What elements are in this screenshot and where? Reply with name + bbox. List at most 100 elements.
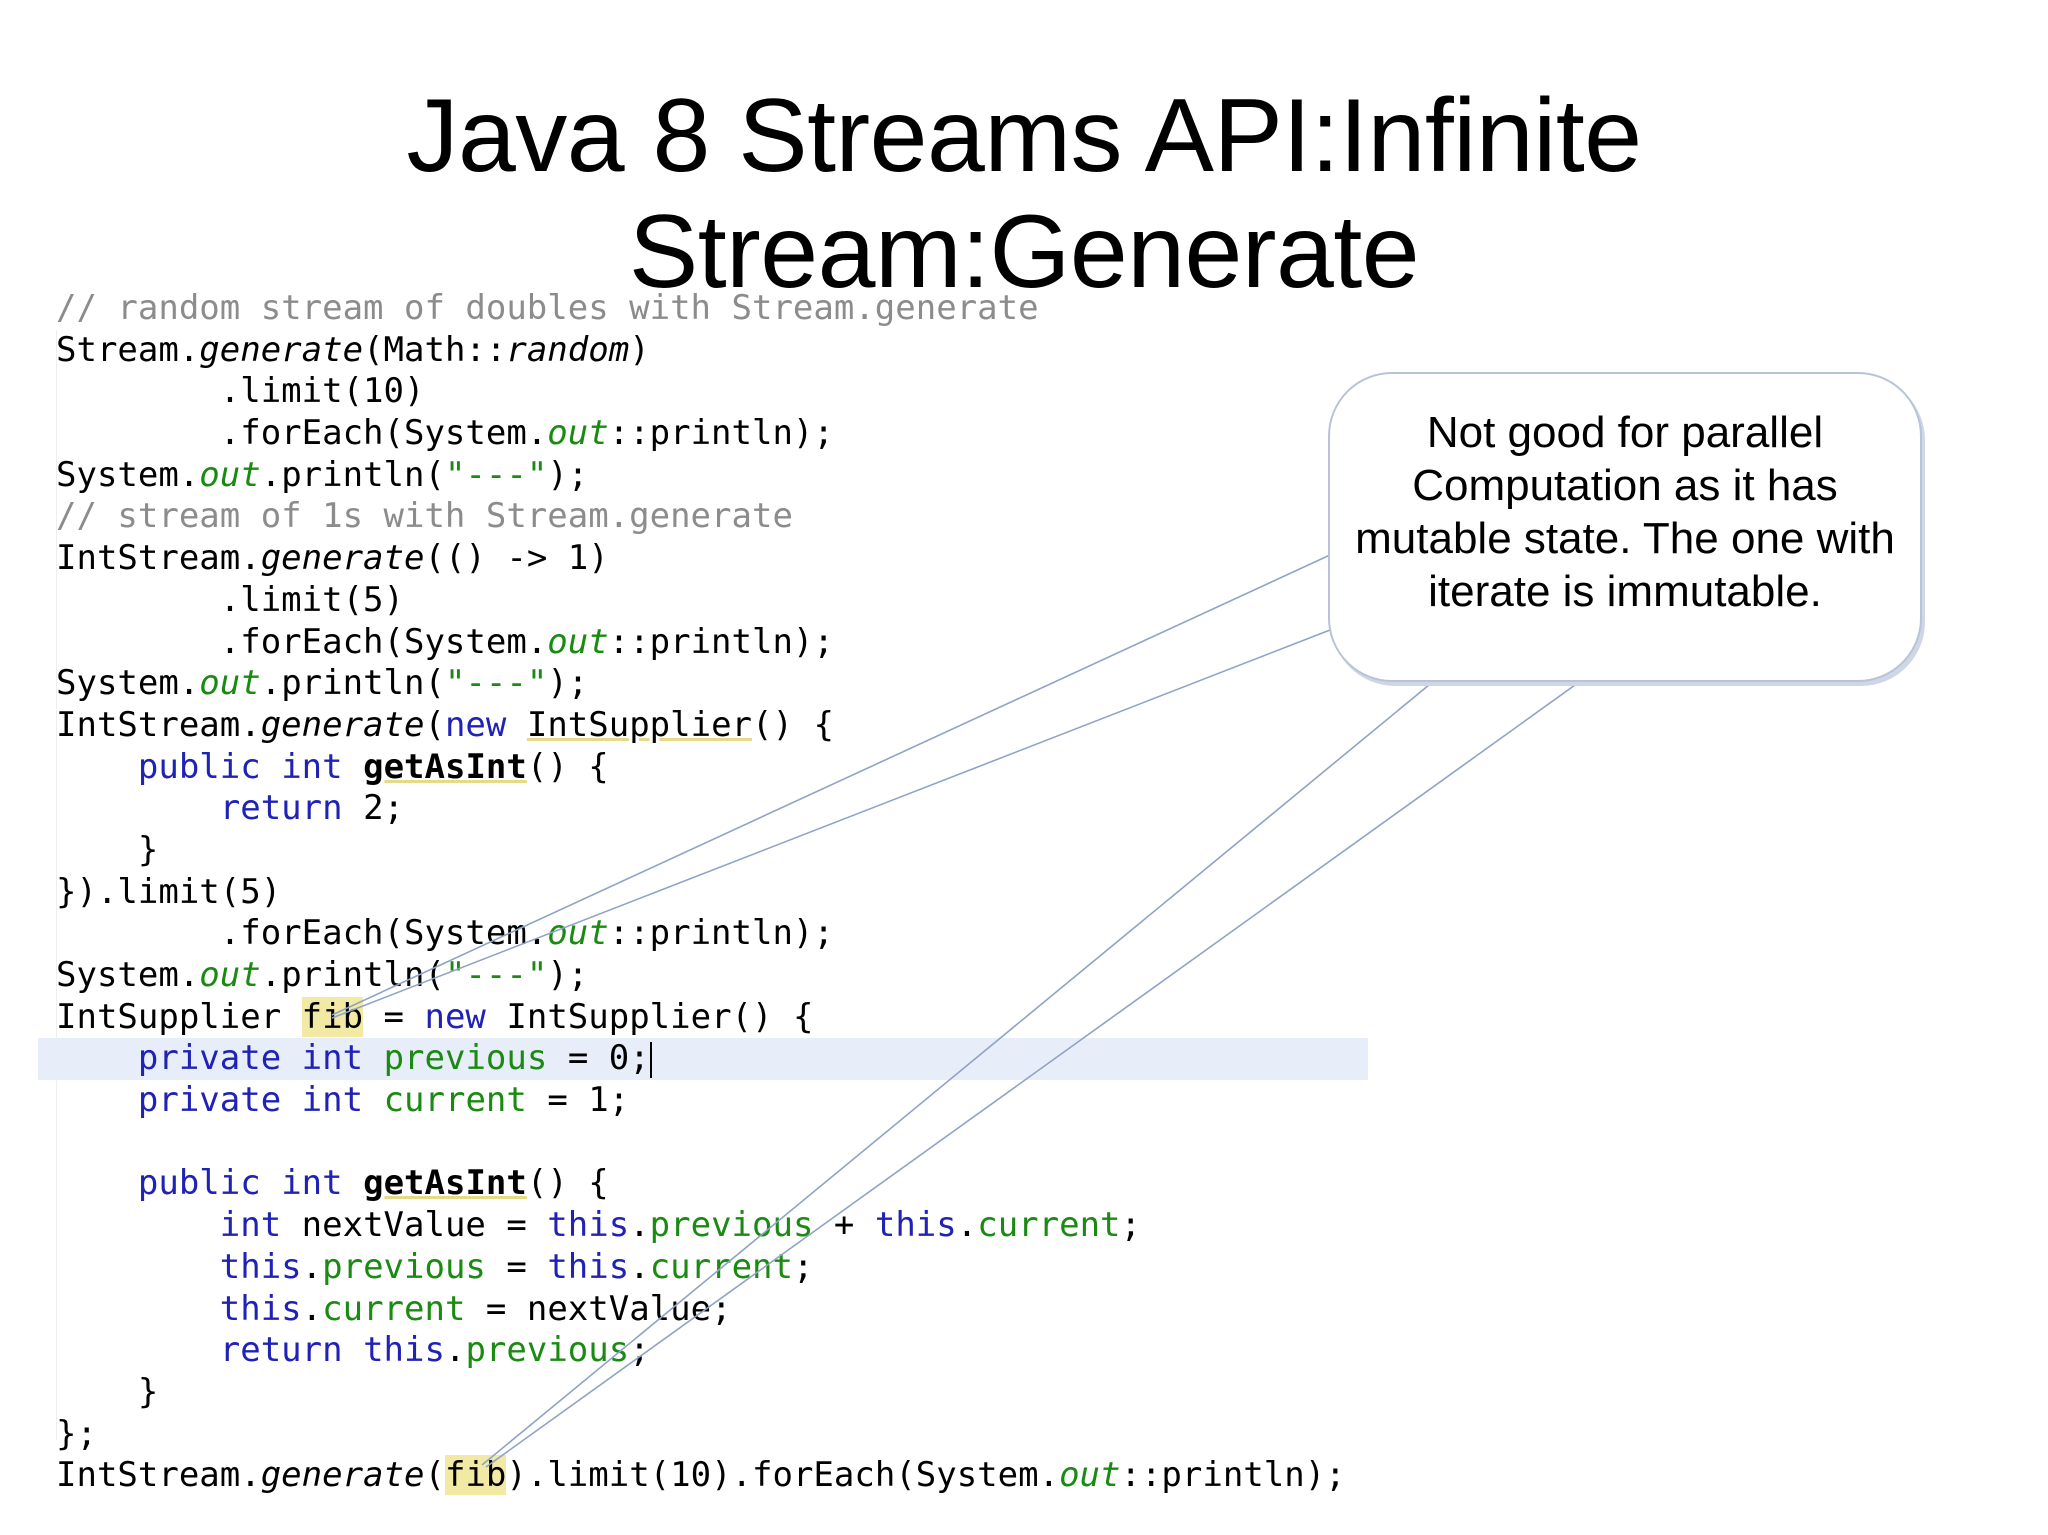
code-type: IntSupplier xyxy=(526,704,753,745)
code-line: } xyxy=(0,830,1370,872)
code-token: . xyxy=(301,1246,323,1287)
code-token: System. xyxy=(56,663,200,704)
code-token: IntStream. xyxy=(56,704,261,745)
code-method: generate xyxy=(199,329,364,370)
code-static-field: out xyxy=(547,413,609,454)
code-line: } xyxy=(0,1372,1370,1414)
code-keyword: private xyxy=(137,1038,282,1079)
code-static-field: out xyxy=(1059,1455,1121,1496)
code-keyword: this xyxy=(363,1330,445,1371)
code-keyword: this xyxy=(874,1205,957,1246)
code-token: ); xyxy=(547,955,589,995)
code-static-field: out xyxy=(199,454,261,495)
code-token: + xyxy=(813,1205,875,1246)
code-line: // stream of 1s with Stream.generate xyxy=(0,496,1370,538)
code-token: }; xyxy=(56,1413,97,1454)
code-line: System.out.println("---"); xyxy=(0,955,1370,997)
code-method: generate xyxy=(260,704,425,745)
code-keyword: private xyxy=(137,1080,282,1121)
code-static-field: out xyxy=(199,955,261,995)
code-line: }).limit(5) xyxy=(0,872,1370,914)
code-token: ( xyxy=(424,1455,445,1496)
code-token: ::println); xyxy=(608,621,834,662)
code-line-current: private int previous = 0; xyxy=(0,1038,1370,1080)
code-line: public int getAsInt() { xyxy=(0,747,1370,789)
code-line: IntStream.generate(() -> 1) xyxy=(0,538,1370,580)
code-token: ::println); xyxy=(608,913,834,954)
code-token: 2; xyxy=(342,788,405,829)
code-token: } xyxy=(56,1371,159,1412)
code-token: .println( xyxy=(260,955,445,995)
code-keyword: new xyxy=(424,996,486,1037)
code-line: return 2; xyxy=(0,788,1370,830)
code-field: previous xyxy=(383,1038,548,1079)
code-token: () { xyxy=(752,704,834,745)
code-string: "---" xyxy=(444,955,548,995)
code-token: = nextValue; xyxy=(465,1288,732,1329)
code-token: ); xyxy=(547,663,589,704)
code-keyword: this xyxy=(219,1246,302,1287)
code-token: () { xyxy=(526,746,609,787)
code-method-declaration: getAsInt xyxy=(363,746,527,787)
callout-text-line: Computation as it has xyxy=(1412,461,1838,510)
code-keyword: return xyxy=(219,788,343,829)
code-token: = xyxy=(485,1246,548,1287)
code-token: ); xyxy=(547,454,589,495)
code-line: IntStream.generate(new IntSupplier() { xyxy=(0,705,1370,747)
callout-text-line: iterate is immutable. xyxy=(1428,567,1822,616)
code-static-field: out xyxy=(199,663,261,704)
code-method: generate xyxy=(260,538,425,579)
code-line: .limit(5) xyxy=(0,580,1370,622)
code-token: .forEach(System. xyxy=(56,621,548,662)
slide-title: Java 8 Streams API:Infinite Stream:Gener… xyxy=(0,78,2048,310)
code-token: ::println); xyxy=(608,413,834,454)
code-keyword: int xyxy=(281,746,343,787)
code-line: }; xyxy=(0,1414,1370,1456)
code-token: ) xyxy=(629,329,650,370)
slide-title-line2: Stream:Generate xyxy=(628,194,1420,310)
code-token: System. xyxy=(56,955,200,995)
code-string: "---" xyxy=(444,454,548,495)
code-line: System.out.println("---"); xyxy=(0,455,1370,497)
code-token: .limit(5) xyxy=(56,579,404,620)
code-token: (() -> 1) xyxy=(424,538,609,579)
code-comment: // stream of 1s with Stream.generate xyxy=(56,496,793,537)
code-keyword: int xyxy=(219,1205,282,1246)
code-line: public int getAsInt() { xyxy=(0,1163,1370,1205)
code-keyword: public xyxy=(137,1163,261,1204)
code-field: previous xyxy=(465,1330,630,1371)
code-line: IntSupplier fib = new IntSupplier() { xyxy=(0,996,1370,1039)
code-static-field: out xyxy=(547,913,609,954)
code-keyword: int xyxy=(301,1080,364,1121)
code-string: "---" xyxy=(444,663,548,704)
code-keyword: return xyxy=(219,1330,343,1371)
code-token: }).limit(5) xyxy=(56,871,282,912)
code-line: Stream.generate(Math::random) xyxy=(0,330,1370,372)
code-keyword: int xyxy=(301,1038,364,1079)
code-line: System.out.println("---"); xyxy=(0,663,1370,705)
code-line: IntStream.generate(fib).limit(10).forEac… xyxy=(0,1455,1370,1497)
code-field: previous xyxy=(649,1205,814,1246)
code-token: ).limit(10).forEach(System. xyxy=(506,1455,1060,1496)
code-token: . xyxy=(444,1330,466,1371)
code-token: ; xyxy=(629,1330,650,1371)
code-line: this.previous = this.current; xyxy=(0,1247,1370,1289)
code-token: IntStream. xyxy=(56,538,261,579)
code-highlighted-variable: fib xyxy=(301,996,364,1037)
code-token: . xyxy=(629,1205,650,1246)
code-keyword: public xyxy=(137,746,261,787)
code-token: IntSupplier() { xyxy=(485,996,814,1037)
code-token: . xyxy=(301,1288,323,1329)
code-editor[interactable]: // random stream of doubles with Stream.… xyxy=(0,288,1370,1497)
